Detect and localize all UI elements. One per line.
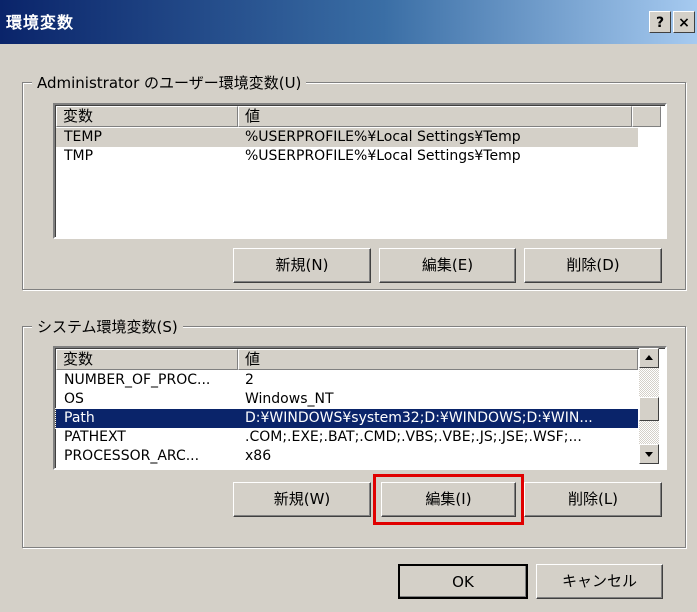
variable-name: NUMBER_OF_PROC...: [64, 372, 211, 388]
variable-value: .COM;.EXE;.BAT;.CMD;.VBS;.VBE;.JS;.JSE;.…: [245, 429, 582, 445]
column-header-value[interactable]: 値: [238, 106, 632, 127]
close-button[interactable]: ×: [673, 11, 695, 33]
variable-value: D:¥WINDOWS¥system32;D:¥WINDOWS;D:¥WIN...: [245, 410, 593, 426]
list-item[interactable]: NUMBER_OF_PROC... 2: [56, 371, 638, 390]
user-delete-button[interactable]: 削除(D): [524, 248, 662, 283]
help-button[interactable]: ?: [649, 11, 671, 33]
system-new-button[interactable]: 新規(W): [233, 482, 371, 517]
system-variables-list[interactable]: 変数 値 NUMBER_OF_PROC... 2 OS Windows_NT P…: [53, 346, 667, 470]
list-item[interactable]: PATHEXT .COM;.EXE;.BAT;.CMD;.VBS;.VBE;.J…: [56, 428, 638, 447]
list-item[interactable]: TMP %USERPROFILE%¥Local Settings¥Temp: [56, 147, 638, 166]
window-title: 環境変数: [6, 13, 75, 32]
user-variables-list[interactable]: 変数 値 TEMP %USERPROFILE%¥Local Settings¥T…: [53, 103, 667, 239]
user-variables-legend: Administrator のユーザー環境変数(U): [32, 72, 307, 93]
system-delete-button[interactable]: 削除(L): [524, 482, 662, 517]
vertical-scrollbar[interactable]: [639, 348, 659, 464]
variable-value: 2: [245, 372, 254, 388]
variable-name: TMP: [64, 148, 94, 164]
system-variables-legend: システム環境変数(S): [32, 316, 183, 337]
arrow-up-icon: [645, 355, 653, 360]
column-header-filler: [632, 106, 661, 127]
variable-value: %USERPROFILE%¥Local Settings¥Temp: [245, 148, 521, 164]
variable-name: TEMP: [64, 129, 102, 145]
scroll-up-button[interactable]: [639, 348, 659, 368]
variable-value: %USERPROFILE%¥Local Settings¥Temp: [245, 129, 521, 145]
variable-name: OS: [64, 391, 84, 407]
ok-button[interactable]: OK: [398, 564, 528, 599]
variable-name: PROCESSOR_ARC...: [64, 448, 200, 464]
column-header-value[interactable]: 値: [238, 349, 638, 370]
list-item[interactable]: TEMP %USERPROFILE%¥Local Settings¥Temp: [56, 128, 638, 147]
scroll-down-button[interactable]: [639, 444, 659, 464]
column-header-variable[interactable]: 変数: [56, 106, 238, 127]
user-new-button[interactable]: 新規(N): [233, 248, 371, 283]
user-edit-button[interactable]: 編集(E): [379, 248, 516, 283]
variable-name: PATHEXT: [64, 429, 126, 445]
cancel-button[interactable]: キャンセル: [536, 564, 663, 599]
title-bar: 環境変数 ? ×: [0, 0, 697, 44]
list-item[interactable]: PROCESSOR_ARC... x86: [56, 447, 638, 466]
highlight-box: [373, 474, 524, 525]
variable-value: Windows_NT: [245, 391, 334, 407]
list-item[interactable]: OS Windows_NT: [56, 390, 638, 409]
arrow-down-icon: [645, 452, 653, 457]
scroll-thumb[interactable]: [639, 397, 659, 421]
list-item-selected[interactable]: Path D:¥WINDOWS¥system32;D:¥WINDOWS;D:¥W…: [55, 408, 639, 429]
variable-value: x86: [245, 448, 272, 464]
variable-name: Path: [64, 410, 95, 426]
column-header-variable[interactable]: 変数: [56, 349, 238, 370]
